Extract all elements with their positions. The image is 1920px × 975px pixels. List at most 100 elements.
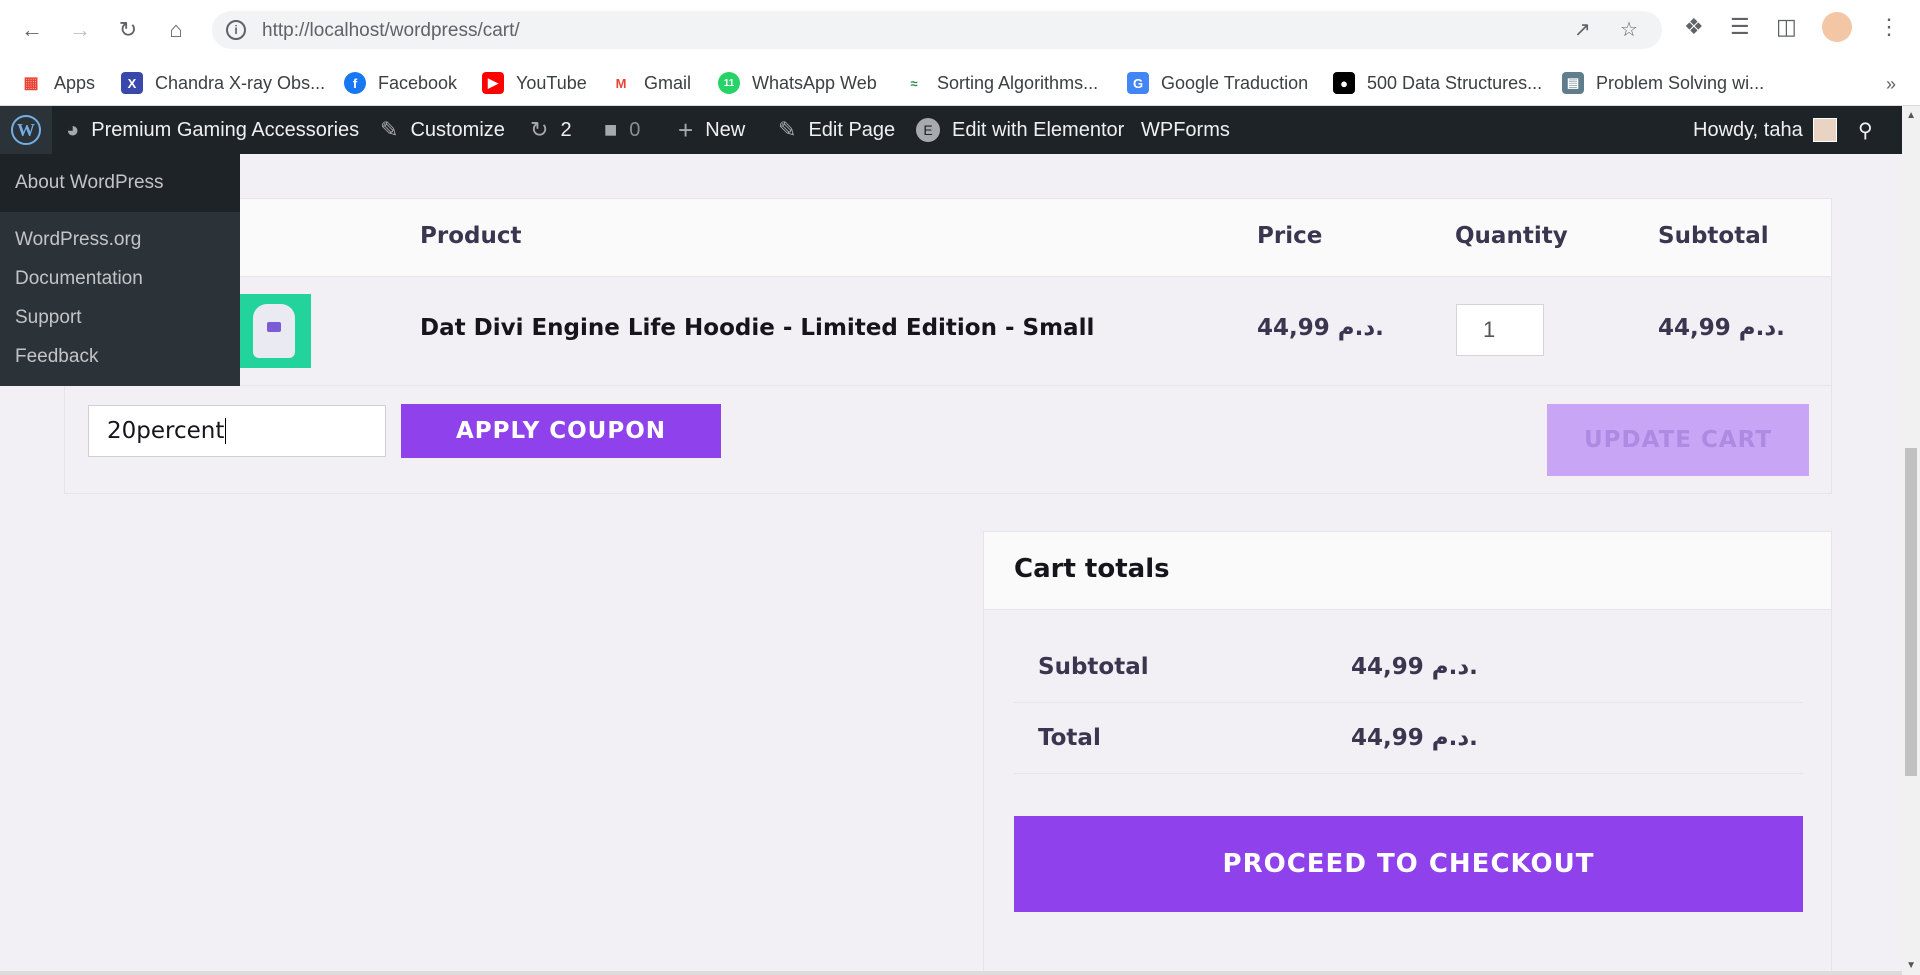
reading-list-icon[interactable]: ☰ bbox=[1730, 14, 1750, 40]
bookmark-chandra[interactable]: X Chandra X-ray Obs... bbox=[121, 69, 325, 97]
wp-logo-menu[interactable]: W bbox=[0, 106, 52, 154]
site-info-icon[interactable]: i bbox=[226, 20, 246, 40]
scroll-thumb[interactable] bbox=[1905, 448, 1917, 776]
edit-elementor-label: Edit with Elementor bbox=[952, 118, 1125, 141]
item-price: 44,99 د.م. bbox=[1257, 315, 1384, 341]
bookmark-data-structures[interactable]: ● 500 Data Structures... bbox=[1333, 69, 1542, 97]
about-wordpress-link[interactable]: About WordPress bbox=[0, 154, 240, 212]
site-name-link[interactable]: ◕ Premium Gaming Accessories bbox=[66, 106, 359, 154]
youtube-icon: ▶ bbox=[482, 72, 504, 94]
chandra-icon: X bbox=[121, 72, 143, 94]
profile-avatar[interactable] bbox=[1822, 12, 1852, 42]
updates-count: 2 bbox=[560, 118, 572, 141]
url-host: http://localhost bbox=[262, 20, 385, 41]
bookmark-youtube[interactable]: ▶ YouTube bbox=[482, 69, 587, 97]
item-subtotal: 44,99 د.م. bbox=[1658, 315, 1785, 341]
bookmark-label: Gmail bbox=[644, 72, 692, 93]
reload-icon[interactable]: ↻ bbox=[112, 14, 144, 46]
totals-subtotal-row: Subtotal 44,99 د.م. bbox=[1014, 632, 1803, 703]
bookmark-facebook[interactable]: f Facebook bbox=[344, 69, 457, 97]
cart-table: Product Price Quantity Subtotal Dat Divi… bbox=[64, 198, 1832, 494]
menu-kebab-icon[interactable]: ⋮ bbox=[1878, 14, 1900, 40]
bookmark-whatsapp[interactable]: 11 WhatsApp Web bbox=[718, 69, 877, 97]
coupon-value: 20percent bbox=[107, 418, 225, 444]
vertical-scrollbar[interactable]: ▲ ▼ bbox=[1902, 106, 1920, 975]
cart-totals-title: Cart totals bbox=[1014, 554, 1170, 584]
comments-count: 0 bbox=[629, 118, 641, 141]
col-product: Product bbox=[420, 223, 522, 249]
cart-item-row: Dat Divi Engine Life Hoodie - Limited Ed… bbox=[65, 277, 1831, 386]
quantity-input[interactable]: 1 bbox=[1456, 304, 1544, 356]
update-cart-button[interactable]: UPDATE CART bbox=[1547, 404, 1809, 476]
book-icon: ▤ bbox=[1562, 72, 1584, 94]
bookmark-star-icon[interactable]: ☆ bbox=[1620, 17, 1638, 42]
edit-elementor-link[interactable]: E Edit with Elementor bbox=[916, 106, 1124, 154]
browser-toolbar: ← → ↻ ⌂ i http://localhost/wordpress/car… bbox=[0, 0, 1920, 60]
horizontal-scrollbar[interactable] bbox=[0, 971, 1902, 975]
user-avatar bbox=[1812, 118, 1837, 142]
bookmark-label: Apps bbox=[54, 72, 96, 93]
back-arrow-icon[interactable]: ← bbox=[16, 14, 48, 46]
comment-bubble-icon: ■ bbox=[604, 117, 618, 142]
new-label: New bbox=[705, 118, 746, 141]
comments-link[interactable]: ■ 0 bbox=[604, 106, 640, 154]
bookmark-label: Facebook bbox=[378, 72, 458, 93]
forward-arrow-icon[interactable]: → bbox=[64, 14, 96, 46]
search-icon[interactable]: ⚲ bbox=[1858, 106, 1873, 154]
cart-totals-header: Cart totals bbox=[984, 532, 1831, 610]
coupon-code-input[interactable]: 20percent bbox=[88, 405, 386, 457]
extensions-icon[interactable]: ❖ bbox=[1684, 14, 1704, 40]
wpforms-link[interactable]: WPForms bbox=[1141, 106, 1230, 154]
wpforms-label: WPForms bbox=[1141, 118, 1230, 141]
bookmark-label: YouTube bbox=[516, 72, 587, 93]
geeksforgeeks-icon: ≈ bbox=[910, 75, 918, 91]
scroll-up-icon[interactable]: ▲ bbox=[1906, 110, 1916, 121]
support-link[interactable]: Support bbox=[0, 298, 240, 337]
bookmark-sorting[interactable]: ≈ Sorting Algorithms... bbox=[903, 69, 1098, 97]
product-thumbnail[interactable] bbox=[237, 294, 311, 368]
bookmark-label: Problem Solving wi... bbox=[1596, 72, 1765, 93]
apps-grid-icon: ▦ bbox=[23, 75, 39, 92]
plus-icon: + bbox=[678, 114, 694, 145]
home-icon[interactable]: ⌂ bbox=[160, 14, 192, 46]
share-icon[interactable]: ↗ bbox=[1574, 17, 1591, 42]
edit-page-link[interactable]: ✎ Edit Page bbox=[778, 106, 895, 154]
address-bar[interactable]: i http://localhost/wordpress/cart/ ↗ ☆ bbox=[212, 11, 1662, 49]
gmail-icon: M bbox=[615, 75, 627, 91]
product-name-link[interactable]: Dat Divi Engine Life Hoodie - Limited Ed… bbox=[420, 315, 1094, 341]
url-text[interactable]: http://localhost/wordpress/cart/ bbox=[262, 20, 520, 42]
elementor-icon: E bbox=[916, 118, 940, 142]
bookmark-translate[interactable]: G Google Traduction bbox=[1127, 69, 1308, 97]
wp-admin-bar: W ◕ Premium Gaming Accessories ✎ Customize… bbox=[0, 106, 1920, 154]
my-account-menu[interactable]: Howdy, taha bbox=[1693, 106, 1837, 154]
feedback-link[interactable]: Feedback bbox=[0, 337, 240, 376]
apply-coupon-button[interactable]: APPLY COUPON bbox=[401, 404, 721, 458]
col-price: Price bbox=[1257, 223, 1323, 249]
google-translate-icon: G bbox=[1127, 72, 1149, 94]
bookmark-gmail[interactable]: M Gmail bbox=[610, 69, 691, 97]
brush-icon: ✎ bbox=[380, 117, 399, 142]
customize-label: Customize bbox=[410, 118, 505, 141]
wordpress-org-link[interactable]: WordPress.org bbox=[0, 220, 240, 259]
url-path: /wordpress/cart/ bbox=[384, 20, 520, 41]
updates-link[interactable]: ↻ 2 bbox=[530, 106, 572, 154]
proceed-to-checkout-button[interactable]: PROCEED TO CHECKOUT bbox=[1014, 816, 1803, 912]
pencil-icon: ✎ bbox=[778, 117, 797, 142]
bookmarks-overflow-icon[interactable]: » bbox=[1886, 74, 1896, 95]
scroll-down-icon[interactable]: ▼ bbox=[1906, 960, 1916, 971]
subtotal-value: 44,99 د.م. bbox=[1351, 654, 1478, 680]
howdy-label: Howdy, taha bbox=[1693, 118, 1803, 141]
total-value: 44,99 د.م. bbox=[1351, 725, 1478, 751]
new-content-link[interactable]: + New bbox=[678, 106, 745, 154]
facebook-icon: f bbox=[344, 72, 366, 94]
bookmark-label: WhatsApp Web bbox=[752, 72, 877, 93]
customize-link[interactable]: ✎ Customize bbox=[380, 106, 505, 154]
side-panel-icon[interactable]: ◫ bbox=[1776, 14, 1797, 40]
bookmark-label: Google Traduction bbox=[1161, 72, 1309, 93]
documentation-link[interactable]: Documentation bbox=[0, 259, 240, 298]
text-caret bbox=[225, 418, 227, 444]
bookmark-apps[interactable]: ▦ Apps bbox=[20, 69, 95, 97]
totals-total-row: Total 44,99 د.م. bbox=[1014, 703, 1803, 774]
total-label: Total bbox=[1038, 725, 1101, 751]
bookmark-problem-solving[interactable]: ▤ Problem Solving wi... bbox=[1562, 69, 1764, 97]
